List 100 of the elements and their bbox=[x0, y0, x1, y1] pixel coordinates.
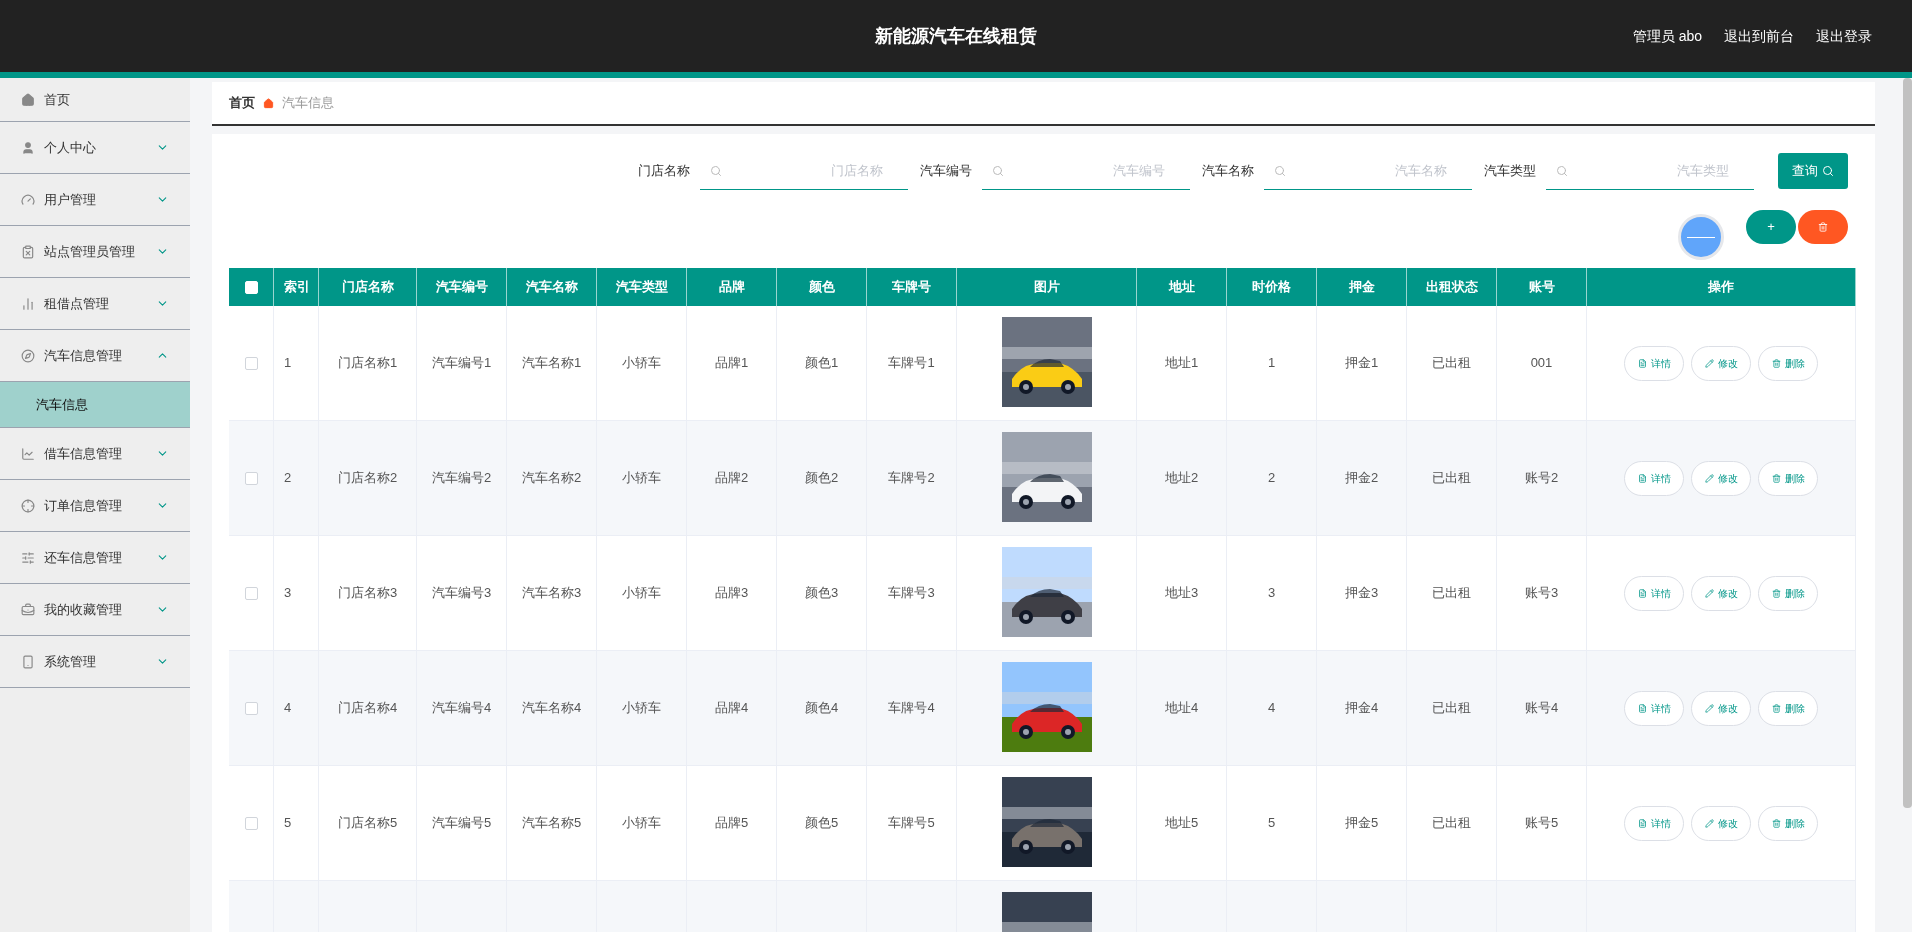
table-cell-text: 车牌号4 bbox=[888, 699, 935, 718]
table-cell-text: 车牌号3 bbox=[888, 584, 935, 603]
table-cell-text: 3 bbox=[284, 584, 292, 603]
search-field[interactable]: 汽车编号 bbox=[982, 152, 1190, 190]
table-cell-text: 小轿车 bbox=[622, 469, 661, 488]
breadcrumb-link[interactable]: 首页 bbox=[229, 93, 255, 113]
home-icon bbox=[21, 92, 35, 107]
row-action-button[interactable]: 删除 bbox=[1758, 460, 1818, 496]
row-action-button[interactable]: 修改 bbox=[1691, 575, 1751, 611]
table-cell-text: 门店名称1 bbox=[337, 354, 398, 373]
table-cell-text: 1 bbox=[284, 354, 292, 373]
search-field[interactable]: 汽车类型 bbox=[1546, 152, 1754, 190]
sliders-icon bbox=[21, 550, 35, 565]
sidebar-item[interactable]: 订单信息管理 bbox=[0, 480, 190, 532]
checkbox[interactable] bbox=[244, 471, 258, 485]
table-cell-text: 车牌号5 bbox=[888, 814, 935, 833]
row-action-button[interactable]: 删除 bbox=[1758, 805, 1818, 841]
column-header: 押金 bbox=[1348, 278, 1375, 297]
table-cell-text: 账号2 bbox=[1524, 469, 1559, 488]
table-cell-text: 地址3 bbox=[1164, 584, 1199, 603]
row-action-button[interactable]: 删除 bbox=[1758, 575, 1818, 611]
table-cell-text: 1 bbox=[1267, 354, 1276, 373]
table-cell-text: 押金5 bbox=[1344, 814, 1379, 833]
table-cell-text: 汽车名称3 bbox=[521, 584, 582, 603]
sidebar-item[interactable]: 借车信息管理 bbox=[0, 428, 190, 480]
search-field[interactable]: 汽车名称 bbox=[1264, 152, 1472, 190]
table-cell-text: 汽车编号5 bbox=[431, 814, 492, 833]
sidebar-item[interactable]: 还车信息管理 bbox=[0, 532, 190, 584]
table-cell-text: 地址2 bbox=[1164, 469, 1199, 488]
table-cell-text: 车牌号1 bbox=[888, 354, 935, 373]
sidebar-item[interactable]: 用户管理 bbox=[0, 174, 190, 226]
document-icon bbox=[1637, 358, 1647, 368]
table-cell-text: 已出租 bbox=[1432, 354, 1471, 373]
sidebar-item[interactable]: 站点管理员管理 bbox=[0, 226, 190, 278]
header-link[interactable]: 退出登录 bbox=[1816, 25, 1872, 47]
row-action-button[interactable]: 删除 bbox=[1758, 690, 1818, 726]
trash-icon bbox=[1771, 473, 1781, 483]
bar-chart-icon bbox=[21, 296, 35, 311]
table-cell-text: 汽车编号3 bbox=[431, 584, 492, 603]
column-header: 汽车编号 bbox=[435, 278, 488, 297]
app-title: 新能源汽车在线租赁 bbox=[875, 24, 1037, 48]
row-action-button[interactable]: 修改 bbox=[1691, 460, 1751, 496]
sidebar-item[interactable]: 系统管理 bbox=[0, 636, 190, 688]
table-cell-text: 已出租 bbox=[1432, 814, 1471, 833]
table-cell-text: 车牌号2 bbox=[888, 469, 935, 488]
row-action-button[interactable]: 删除 bbox=[1758, 345, 1818, 381]
column-header: 门店名称 bbox=[341, 278, 394, 297]
table-cell-text: 账号5 bbox=[1524, 814, 1559, 833]
sidebar-item[interactable]: 租借点管理 bbox=[0, 278, 190, 330]
sidebar-item[interactable]: 个人中心 bbox=[0, 122, 190, 174]
header-link[interactable]: 退出到前台 bbox=[1724, 25, 1794, 47]
crosshair-icon bbox=[21, 498, 35, 513]
row-action-button[interactable]: 详情 bbox=[1624, 345, 1684, 381]
sidebar-item[interactable]: 首页 bbox=[0, 78, 190, 122]
row-action-button[interactable]: 详情 bbox=[1624, 690, 1684, 726]
row-action-button[interactable]: 详情 bbox=[1624, 575, 1684, 611]
table-cell-text: 门店名称2 bbox=[337, 469, 398, 488]
table-cell-text: 小轿车 bbox=[622, 814, 661, 833]
document-icon bbox=[1637, 473, 1647, 483]
line-chart-icon bbox=[21, 446, 35, 461]
column-header: 账号 bbox=[1528, 278, 1555, 297]
sidebar-item[interactable]: 我的收藏管理 bbox=[0, 584, 190, 636]
sidebar-subitem[interactable]: 汽车信息 bbox=[0, 382, 190, 428]
table-cell-text: 汽车编号2 bbox=[431, 469, 492, 488]
checkbox[interactable] bbox=[244, 586, 258, 600]
table-cell-text: 门店名称3 bbox=[337, 584, 398, 603]
table-cell-text: 押金1 bbox=[1344, 354, 1379, 373]
user-label: 管理员 abo bbox=[1632, 26, 1702, 46]
pencil-icon bbox=[1704, 358, 1714, 368]
row-action-button[interactable]: 修改 bbox=[1691, 345, 1751, 381]
document-icon bbox=[1637, 703, 1647, 713]
table-cell-text: 汽车编号4 bbox=[431, 699, 492, 718]
delete-button[interactable] bbox=[1798, 210, 1848, 244]
row-action-button[interactable]: 详情 bbox=[1624, 460, 1684, 496]
column-header: 汽车类型 bbox=[615, 278, 668, 297]
table-cell-text: 001 bbox=[1530, 354, 1553, 373]
table-cell-text: 品牌5 bbox=[714, 814, 749, 833]
document-icon bbox=[1637, 818, 1647, 828]
table-cell-text: 5 bbox=[1267, 814, 1276, 833]
table-cell-text: 汽车名称2 bbox=[521, 469, 582, 488]
table-cell-text: 颜色3 bbox=[804, 584, 839, 603]
gauge-icon bbox=[21, 192, 35, 207]
row-action-button[interactable]: 修改 bbox=[1691, 690, 1751, 726]
column-header: 地址 bbox=[1168, 278, 1195, 297]
row-action-button[interactable]: 修改 bbox=[1691, 805, 1751, 841]
query-button[interactable]: 查询 bbox=[1778, 153, 1848, 189]
checkbox[interactable] bbox=[244, 356, 258, 370]
checkbox[interactable] bbox=[244, 816, 258, 830]
table-cell-text: 颜色4 bbox=[804, 699, 839, 718]
search-label: 汽车编号 bbox=[920, 162, 972, 181]
table-cell-text: 3 bbox=[1267, 584, 1276, 603]
table-cell-text: 品牌2 bbox=[714, 469, 749, 488]
column-header: 品牌 bbox=[718, 278, 745, 297]
checkbox[interactable] bbox=[244, 701, 258, 715]
trash-icon bbox=[1771, 703, 1781, 713]
trash-icon bbox=[1771, 818, 1781, 828]
table-cell-text: 5 bbox=[284, 814, 292, 833]
add-button[interactable]: + bbox=[1746, 210, 1796, 244]
home-icon bbox=[263, 97, 274, 109]
row-action-button[interactable]: 详情 bbox=[1624, 805, 1684, 841]
